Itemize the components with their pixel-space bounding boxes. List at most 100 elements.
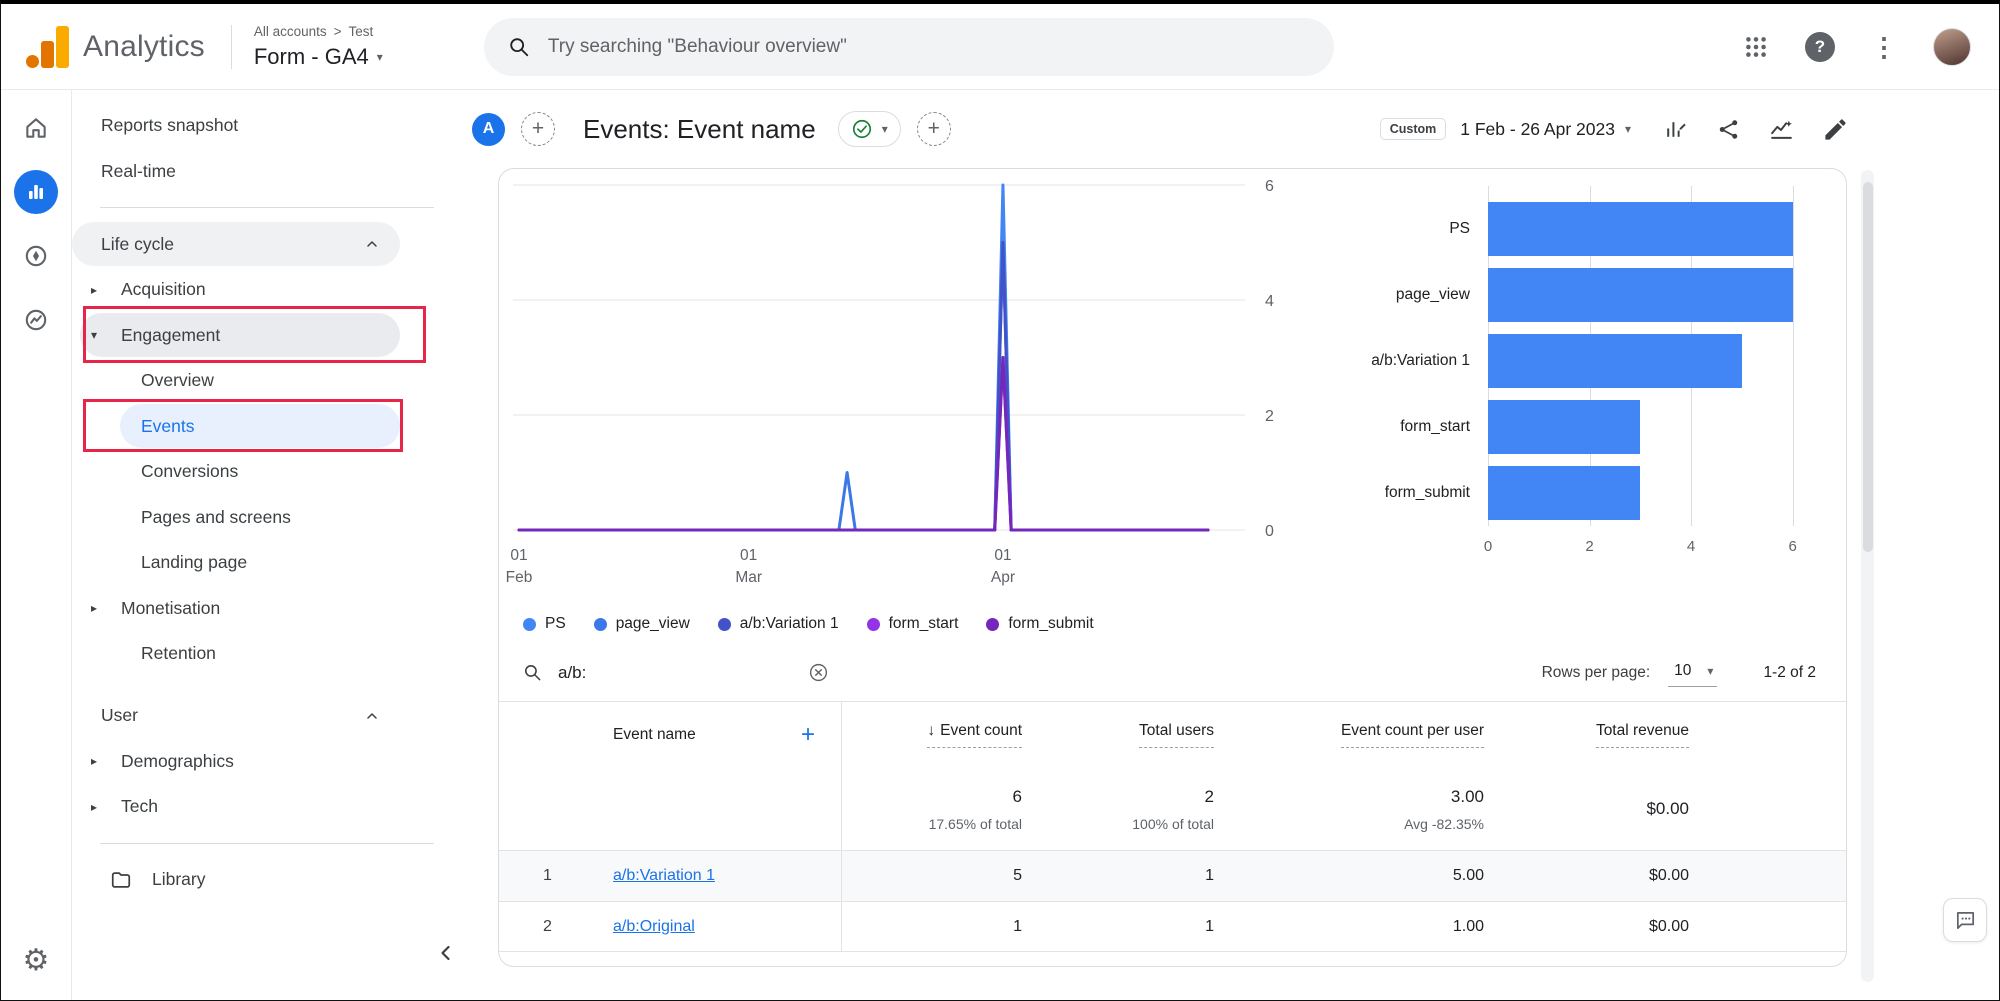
date-range-picker[interactable]: 1 Feb - 26 Apr 2023 ▾ [1460, 119, 1631, 140]
bar-category-label: a/b:Variation 1 [1304, 328, 1488, 394]
settings-gear-icon[interactable]: ⚙ [23, 946, 50, 976]
explore-icon[interactable] [14, 234, 58, 278]
feedback-button[interactable] [1943, 898, 1987, 942]
svg-text:0: 0 [1265, 523, 1274, 540]
column-header-total-revenue[interactable]: Total revenue [1484, 702, 1689, 768]
global-search[interactable] [484, 18, 1334, 76]
help-icon[interactable]: ? [1805, 32, 1835, 62]
bar-category-label: form_submit [1304, 460, 1488, 526]
row-index: 1 [499, 851, 589, 901]
insights-icon[interactable] [1769, 117, 1794, 142]
column-header-event-name[interactable]: Event name + [589, 702, 842, 768]
divider [231, 25, 232, 69]
table-search[interactable]: a/b: [523, 662, 829, 683]
legend-label: PS [545, 615, 566, 633]
bar[interactable] [1488, 334, 1742, 388]
bar-category-label: form_start [1304, 394, 1488, 460]
scrollbar[interactable] [1861, 170, 1874, 982]
nav-item-real-time[interactable]: Real-time [72, 149, 462, 193]
nav-section-user[interactable]: User [72, 694, 400, 738]
nav-item-pages-and-screens[interactable]: Pages and screens [72, 495, 462, 539]
rows-per-page: Rows per page: 10 ▾ [1542, 658, 1718, 687]
triangle-right-icon: ▸ [91, 601, 109, 615]
nav-item-landing-page[interactable]: Landing page [72, 541, 462, 585]
table-row[interactable]: 2 a/b:Original 1 1 1.00 $0.00 [499, 901, 1846, 952]
bar-category-label: page_view [1304, 262, 1488, 328]
nav-item-demographics[interactable]: ▸ Demographics [72, 739, 462, 783]
nav-item-engagement[interactable]: ▾ Engagement [80, 313, 400, 357]
google-apps-icon[interactable] [1743, 34, 1769, 60]
nav-item-overview[interactable]: Overview [72, 359, 462, 403]
triangle-right-icon: ▸ [91, 754, 109, 768]
legend-dot-icon [867, 618, 880, 631]
edit-pencil-icon[interactable] [1822, 116, 1849, 143]
legend-item[interactable]: form_submit [986, 615, 1093, 633]
legend-item[interactable]: form_start [867, 615, 959, 633]
nav-item-retention[interactable]: Retention [72, 632, 462, 676]
bar[interactable] [1488, 400, 1640, 454]
property-selector[interactable]: Form - GA4 ▾ [254, 44, 454, 70]
bar-axis-tick: 2 [1585, 538, 1593, 555]
table-search-value[interactable]: a/b: [558, 663, 586, 683]
bar[interactable] [1488, 202, 1793, 256]
table-row[interactable]: 1 a/b:Variation 1 5 1 5.00 $0.00 [499, 850, 1846, 901]
legend-item[interactable]: PS [523, 615, 566, 633]
add-comparison-icon[interactable]: + [521, 112, 555, 146]
reports-icon[interactable] [14, 170, 58, 214]
event-name-link[interactable]: a/b:Variation 1 [613, 867, 715, 885]
line-chart[interactable]: 024601Feb01Mar01Apr [499, 169, 1304, 604]
report-header: A + Events: Event name ▾ + Custom 1 Feb … [462, 90, 1999, 168]
nav-item-tech[interactable]: ▸ Tech [72, 785, 462, 829]
nav-item-reports-snapshot[interactable]: Reports snapshot [72, 104, 462, 148]
report-header-icons [1663, 116, 1849, 143]
share-icon[interactable] [1716, 117, 1741, 142]
charts-section: 024601Feb01Mar01Apr PSpage_viewa/b:Varia… [499, 169, 1846, 604]
avatar[interactable] [1933, 28, 1971, 66]
collapse-sidebar-icon[interactable] [434, 941, 458, 970]
event-name-link[interactable]: a/b:Original [613, 918, 695, 936]
scrollbar-thumb[interactable] [1863, 182, 1873, 552]
product-name: Analytics [83, 30, 205, 64]
legend-item[interactable]: page_view [594, 615, 690, 633]
column-header-total-users[interactable]: Total users [1022, 702, 1214, 768]
dimension-filter-pill[interactable]: ▾ [838, 111, 901, 147]
gridline [1793, 186, 1794, 526]
chevron-down-icon: ▾ [377, 50, 383, 64]
clear-icon[interactable] [808, 662, 829, 683]
add-dimension-icon[interactable]: + [917, 112, 951, 146]
global-search-input[interactable] [548, 36, 1310, 58]
cell-total-users: 1 [1022, 851, 1214, 901]
divider [100, 843, 434, 844]
rows-per-page-select[interactable]: 10 ▾ [1668, 658, 1717, 687]
nav-item-library[interactable]: Library [72, 858, 462, 902]
bar-axis-tick: 4 [1687, 538, 1695, 555]
column-header-event-count-per-user[interactable]: Event count per user [1214, 702, 1484, 768]
breadcrumb-property[interactable]: Test [349, 24, 374, 39]
breadcrumb-accounts[interactable]: All accounts [254, 24, 327, 39]
sort-descending-icon: ↓ [927, 722, 935, 739]
advertising-icon[interactable] [14, 298, 58, 342]
nav-item-acquisition[interactable]: ▸ Acquisition [72, 268, 462, 312]
add-column-icon[interactable]: + [801, 723, 815, 747]
breadcrumb: All accounts > Test [254, 24, 454, 39]
bar[interactable] [1488, 268, 1793, 322]
content: ⚙ Reports snapshot Real-time Life cycle … [1, 90, 1999, 1000]
kebab-menu-icon[interactable]: ⋮ [1871, 34, 1897, 60]
chart-edit-icon[interactable] [1663, 117, 1688, 142]
nav-item-monetisation[interactable]: ▸ Monetisation [72, 586, 462, 630]
nav-item-conversions[interactable]: Conversions [72, 450, 462, 494]
svg-text:6: 6 [1265, 178, 1274, 195]
nav-item-events[interactable]: Events [120, 404, 400, 448]
column-header-event-count[interactable]: ↓Event count [842, 702, 1022, 768]
search-icon [523, 663, 542, 682]
nav-section-life-cycle[interactable]: Life cycle [72, 222, 400, 266]
pagination-range: 1-2 of 2 [1763, 664, 1816, 682]
legend-dot-icon [594, 618, 607, 631]
totals-event-count-per-user: 3.00 Avg -82.35% [1214, 768, 1484, 850]
comparison-a-badge[interactable]: A [472, 113, 505, 146]
home-icon[interactable] [14, 106, 58, 150]
legend-item[interactable]: a/b:Variation 1 [718, 615, 839, 633]
bar[interactable] [1488, 466, 1640, 520]
analytics-logo-icon[interactable] [25, 25, 71, 69]
checkmark-icon [851, 118, 873, 140]
